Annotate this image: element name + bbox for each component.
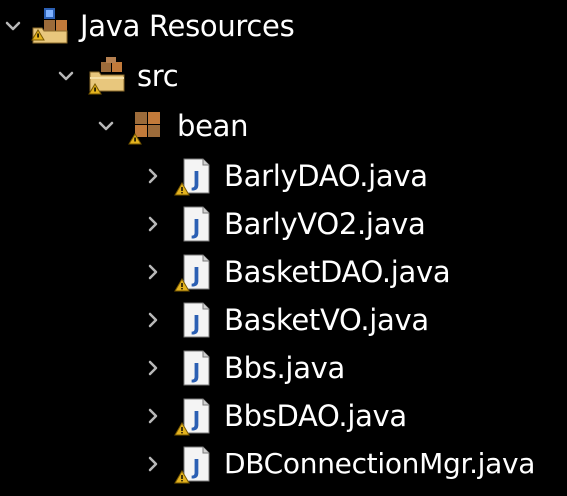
tree-item-label: BbsDAO.java — [224, 399, 407, 433]
tree-item-file[interactable]: J BasketVO.java — [142, 296, 429, 344]
tree-item-file[interactable]: J BbsDAO.java — [142, 392, 407, 440]
tree-item-file[interactable]: J BasketDAO.java — [142, 248, 451, 296]
java-file-icon: J — [174, 252, 214, 292]
tree-item-label: bean — [177, 109, 249, 143]
chevron-right-icon[interactable] — [142, 309, 164, 331]
tree-item-label: src — [137, 59, 179, 93]
tree-item-bean[interactable]: bean — [95, 102, 249, 150]
chevron-down-icon[interactable] — [95, 115, 117, 137]
tree-item-label: BarlyDAO.java — [224, 159, 428, 193]
tree-item-label: Java Resources — [80, 9, 295, 43]
svg-text:J: J — [191, 311, 200, 335]
package-folder-icon — [87, 56, 127, 96]
svg-text:J: J — [191, 215, 200, 239]
tree-item-file[interactable]: J BarlyVO2.java — [142, 200, 426, 248]
warning-icon — [174, 422, 190, 436]
project-explorer-tree: Java Resources src bean J BarlyDAO.java … — [0, 0, 567, 496]
svg-text:J: J — [191, 407, 200, 431]
chevron-right-icon[interactable] — [142, 405, 164, 427]
package-icon — [127, 106, 167, 146]
warning-icon — [174, 182, 190, 196]
java-file-icon: J — [174, 396, 214, 436]
svg-text:J: J — [191, 359, 200, 383]
java-file-icon: J — [174, 156, 214, 196]
chevron-right-icon[interactable] — [142, 165, 164, 187]
chevron-right-icon[interactable] — [142, 357, 164, 379]
tree-item-src[interactable]: src — [55, 52, 179, 100]
tree-item-file[interactable]: J Bbs.java — [142, 344, 345, 392]
tree-item-label: BarlyVO2.java — [224, 207, 426, 241]
svg-text:J: J — [191, 455, 200, 479]
java-file-icon: J — [174, 444, 214, 484]
tree-item-label: BasketDAO.java — [224, 255, 451, 289]
svg-text:J: J — [191, 167, 200, 191]
tree-item-label: BasketVO.java — [224, 303, 429, 337]
tree-item-file[interactable]: J BarlyDAO.java — [142, 152, 428, 200]
chevron-down-icon[interactable] — [55, 65, 77, 87]
tree-item-label: DBConnectionMgr.java — [224, 447, 536, 480]
java-file-icon: J — [174, 300, 214, 340]
tree-item-file[interactable]: J DBConnectionMgr.java — [142, 440, 535, 488]
chevron-right-icon[interactable] — [142, 453, 164, 475]
chevron-right-icon[interactable] — [142, 261, 164, 283]
warning-icon — [174, 470, 190, 484]
java-file-icon: J — [174, 348, 214, 388]
svg-text:J: J — [191, 263, 200, 287]
chevron-right-icon[interactable] — [142, 213, 164, 235]
warning-icon — [174, 278, 190, 292]
chevron-down-icon[interactable] — [2, 15, 24, 37]
tree-item-java-resources[interactable]: Java Resources — [2, 2, 295, 50]
tree-item-label: Bbs.java — [224, 351, 345, 385]
java-file-icon: J — [174, 204, 214, 244]
java-resources-icon — [30, 6, 70, 46]
